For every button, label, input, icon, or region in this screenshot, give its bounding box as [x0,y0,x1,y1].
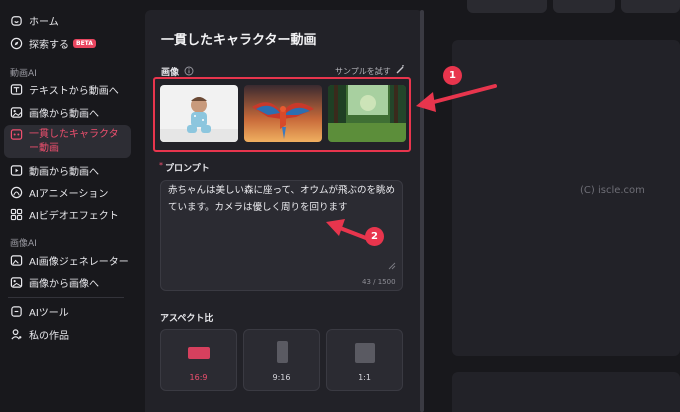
prompt-label: プロンプト [165,164,210,174]
effects-icon [10,208,23,221]
preview-panel [452,40,680,356]
sidebar-item-ai-image-generator[interactable]: AI画像ジェネレーター [4,249,131,271]
aspect-option-16-9[interactable]: 16:9 [160,329,237,391]
sidebar-item-consistent-character[interactable]: 一貫したキャラクター動画 [4,125,131,158]
info-icon[interactable] [184,66,194,76]
sample-image-parrot[interactable] [244,85,322,142]
home-icon [10,14,23,27]
magic-wand-icon[interactable] [395,64,405,74]
sidebar-item-label: 動画から動画へ [29,166,99,178]
tools-icon [10,305,23,318]
sidebar-item-label: AIアニメーション [29,188,109,200]
ai-animation-icon [10,186,23,199]
image-video-icon [10,106,23,119]
sidebar-item-label: 探索する [29,39,69,51]
sidebar-item-label: AIビデオエフェクト [29,210,119,222]
prompt-text: 赤ちゃんは美しい森に座って、オウムが飛ぶのを眺めています。カメラは優しく周りを回… [168,185,396,213]
sidebar-item-my-works[interactable]: 私の作品 [4,323,131,345]
top-tab-1[interactable] [467,0,547,13]
sidebar-item-text-to-video[interactable]: テキストから動画へ [4,78,131,100]
page-title: 一貫したキャラクター動画 [161,33,317,48]
video-video-icon [10,164,23,177]
prompt-char-counter: 43 / 1500 [362,278,396,286]
top-tab-2[interactable] [553,0,615,13]
beta-badge: BETA [73,38,96,48]
sidebar-item-ai-video-effects[interactable]: AIビデオエフェクト [4,203,131,225]
sidebar-item-label: 一貫したキャラクター動画 [29,129,119,154]
sidebar-item-home[interactable]: ホーム [4,9,131,31]
image-generator-icon [10,254,23,267]
aspect-option-label: 16:9 [189,373,208,382]
sidebar-item-video-to-video[interactable]: 動画から動画へ [4,159,131,181]
image-image-icon [10,276,23,289]
sidebar-divider [8,297,124,298]
watermark: (C) iscle.com [580,185,645,196]
sidebar-item-image-to-image[interactable]: 画像から画像へ [4,271,131,293]
sidebar-item-image-to-video[interactable]: 画像から動画へ [4,101,131,123]
resize-handle-icon[interactable] [388,262,396,270]
text-video-icon [10,83,23,96]
section-image-ai: 画像AI [10,239,37,249]
ratio-9-16-icon [277,341,288,363]
ratio-16-9-icon [188,347,210,359]
aspect-ratio-label: アスペクト比 [160,314,214,324]
sidebar: ホーム 探索する BETA 動画AI テキストから動画へ 画像から動画へ 一貫し… [0,0,144,412]
required-marker: * [159,161,163,170]
sidebar-item-label: 私の作品 [29,330,69,342]
sidebar-item-label: 画像から画像へ [29,278,99,290]
results-panel [452,372,680,412]
sample-image-baby[interactable] [160,85,238,142]
user-icon [10,328,23,341]
top-tab-3[interactable] [621,0,680,13]
character-icon [10,128,23,141]
sidebar-item-label: ホーム [29,16,59,28]
sidebar-item-label: AI画像ジェネレーター [29,256,129,268]
sidebar-item-label: テキストから動画へ [29,85,119,97]
sidebar-item-label: AIツール [29,307,69,319]
try-sample-link[interactable]: サンプルを試す [335,66,391,77]
sidebar-item-ai-animation[interactable]: AIアニメーション [4,181,131,203]
aspect-option-label: 1:1 [358,373,371,382]
compass-icon [10,37,23,50]
aspect-option-1-1[interactable]: 1:1 [326,329,403,391]
annotation-badge-2: 2 [365,227,384,246]
sample-image-forest[interactable] [328,85,406,142]
sidebar-item-explore[interactable]: 探索する BETA [4,32,131,54]
ratio-1-1-icon [355,343,375,363]
aspect-option-label: 9:16 [272,373,291,382]
annotation-badge-1: 1 [443,66,462,85]
aspect-option-9-16[interactable]: 9:16 [243,329,320,391]
sidebar-item-ai-tools[interactable]: AIツール [4,300,131,322]
sidebar-item-label: 画像から動画へ [29,108,99,120]
panel-scrollbar[interactable] [420,10,424,412]
